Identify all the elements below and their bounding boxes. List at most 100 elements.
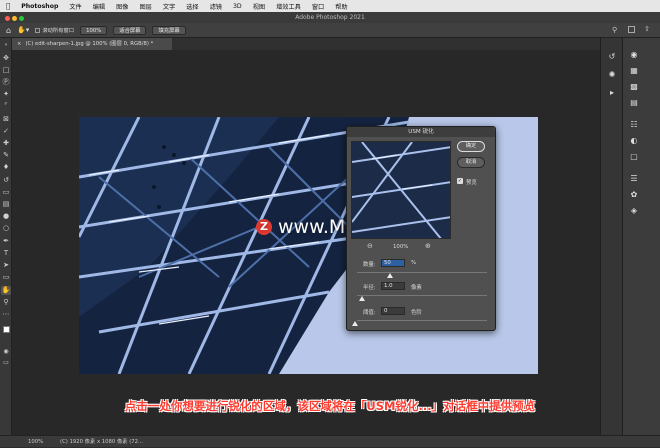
close-window-icon[interactable] bbox=[5, 16, 10, 21]
amount-slider-track[interactable] bbox=[357, 272, 487, 273]
apple-icon[interactable]:  bbox=[6, 2, 10, 10]
marquee-tool-icon[interactable]: □ bbox=[1, 66, 11, 75]
swatches-panel-icon[interactable]: ▦ bbox=[627, 66, 641, 75]
gradient-tool-icon[interactable]: ▤ bbox=[1, 200, 11, 209]
pen-tool-icon[interactable]: ✒ bbox=[1, 237, 11, 246]
menu-app-name[interactable]: Photoshop bbox=[21, 3, 58, 10]
home-icon[interactable]: ⌂ bbox=[6, 26, 11, 35]
hand-tool-icon[interactable]: ✋▾ bbox=[17, 26, 29, 34]
menu-type[interactable]: 文字 bbox=[163, 2, 175, 11]
menu-edit[interactable]: 编辑 bbox=[93, 2, 105, 11]
minimize-window-icon[interactable] bbox=[12, 16, 17, 21]
history-brush-tool-icon[interactable]: ↺ bbox=[1, 176, 11, 185]
radius-slider-track[interactable] bbox=[357, 295, 487, 296]
radius-slider-knob[interactable] bbox=[359, 296, 365, 301]
zoom-out-icon[interactable]: ⊖ bbox=[367, 242, 373, 250]
more-tools-icon[interactable]: ⋯ bbox=[1, 310, 11, 319]
search-icon[interactable]: ⚲ bbox=[612, 26, 617, 34]
channels-panel-icon[interactable]: ✿ bbox=[627, 190, 641, 199]
fit-screen-button[interactable]: 适合屏幕 bbox=[113, 25, 147, 35]
checkbox-icon bbox=[35, 28, 41, 33]
radius-input[interactable]: 1.0 bbox=[381, 282, 405, 290]
menu-help[interactable]: 帮助 bbox=[335, 2, 347, 11]
crop-tool-icon[interactable]: ⌜ bbox=[1, 102, 11, 111]
window-title: Adobe Photoshop 2021 bbox=[295, 14, 365, 21]
menu-view[interactable]: 视图 bbox=[253, 2, 265, 11]
scroll-all-windows-checkbox[interactable]: 滚动所有窗口 bbox=[35, 26, 74, 34]
zoom-tool-icon[interactable]: ⚲ bbox=[1, 298, 11, 307]
tutorial-caption: 点击一处你想要进行锐化的区域，该区域将在「USM锐化...」对话框中提供预览 bbox=[124, 399, 536, 413]
window-title-bar: Adobe Photoshop 2021 bbox=[0, 12, 660, 23]
amount-unit: % bbox=[411, 260, 417, 266]
zoom-in-icon[interactable]: ⊕ bbox=[425, 242, 431, 250]
history-panel-icon[interactable]: ↺ bbox=[605, 52, 619, 61]
character-panel-icon[interactable]: ▸ bbox=[605, 88, 619, 97]
clone-stamp-tool-icon[interactable]: ♦ bbox=[1, 163, 11, 172]
amount-slider-knob[interactable] bbox=[387, 273, 393, 278]
quick-mask-icon[interactable]: ◉ bbox=[1, 347, 11, 356]
screen-mode-icon[interactable]: ▭ bbox=[1, 358, 11, 367]
gradients-panel-icon[interactable]: ▩ bbox=[627, 82, 641, 91]
document-tab-bar: × (C) edit-sharpen-1.jpg @ 100% (图层 0, RG… bbox=[12, 38, 600, 50]
radius-label: 半径: bbox=[363, 285, 376, 291]
preview-zoom-level: 100% bbox=[393, 244, 409, 250]
magic-wand-tool-icon[interactable]: ✦ bbox=[1, 90, 11, 99]
hand-tool-icon[interactable]: ✋ bbox=[1, 286, 11, 295]
path-selection-tool-icon[interactable]: ➤ bbox=[1, 261, 11, 270]
fill-screen-button[interactable]: 填充屏幕 bbox=[152, 25, 186, 35]
layers-panel-icon[interactable]: ☰ bbox=[627, 174, 641, 183]
threshold-slider-knob[interactable] bbox=[352, 321, 358, 326]
cancel-button[interactable]: 取消 bbox=[457, 157, 485, 168]
paths-panel-icon[interactable]: ◈ bbox=[627, 206, 641, 215]
collapse-toolbar-icon[interactable]: » bbox=[1, 41, 11, 50]
move-tool-icon[interactable]: ✥ bbox=[1, 54, 11, 63]
eyedropper-tool-icon[interactable]: ✓ bbox=[1, 127, 11, 136]
type-tool-icon[interactable]: T bbox=[1, 249, 11, 258]
frame-tool-icon[interactable]: ⊠ bbox=[1, 115, 11, 124]
amount-input[interactable]: 50 bbox=[381, 259, 405, 267]
menu-select[interactable]: 选择 bbox=[186, 2, 198, 11]
eraser-tool-icon[interactable]: ▭ bbox=[1, 188, 11, 197]
dodge-tool-icon[interactable]: ○ bbox=[1, 224, 11, 233]
dialog-preview-window[interactable] bbox=[351, 141, 451, 239]
brush-settings-icon[interactable]: ✺ bbox=[605, 70, 619, 79]
color-panel-icon[interactable]: ◉ bbox=[627, 50, 641, 59]
adjustments-panel-icon[interactable]: ◐ bbox=[627, 136, 641, 145]
zoom-100-button[interactable]: 100% bbox=[80, 25, 108, 35]
status-document-info[interactable]: (C) 1920 像素 x 1080 像素 (72... bbox=[60, 436, 143, 448]
menu-image[interactable]: 图像 bbox=[116, 2, 128, 11]
collapsed-panel-dock: ↺ ✺ ▸ bbox=[600, 38, 622, 435]
close-tab-icon[interactable]: × bbox=[17, 41, 21, 47]
menu-file[interactable]: 文件 bbox=[69, 2, 81, 11]
blur-tool-icon[interactable]: ● bbox=[1, 212, 11, 221]
ok-button[interactable]: 确定 bbox=[457, 141, 485, 152]
preview-checkbox[interactable]: ✓ bbox=[457, 178, 463, 184]
menu-3d[interactable]: 3D bbox=[233, 3, 242, 10]
lasso-tool-icon[interactable]: Ⓟ bbox=[1, 78, 11, 87]
libraries-panel-icon[interactable]: ▢ bbox=[627, 152, 641, 161]
menu-filter[interactable]: 滤镜 bbox=[210, 2, 222, 11]
status-bar: 100% (C) 1920 像素 x 1080 像素 (72... bbox=[0, 435, 660, 447]
status-zoom[interactable]: 100% bbox=[28, 436, 43, 448]
threshold-unit: 色阶 bbox=[411, 310, 422, 316]
document-tab[interactable]: × (C) edit-sharpen-1.jpg @ 100% (图层 0, RG… bbox=[12, 38, 172, 50]
foreground-color-swatch[interactable] bbox=[3, 326, 10, 333]
menu-window[interactable]: 窗口 bbox=[312, 2, 324, 11]
menu-layer[interactable]: 图层 bbox=[140, 2, 152, 11]
share-icon[interactable]: ⇧ bbox=[644, 25, 650, 33]
options-bar: ⌂ ✋▾ 滚动所有窗口 100% 适合屏幕 填充屏幕 bbox=[0, 23, 660, 38]
rectangle-tool-icon[interactable]: ▭ bbox=[1, 273, 11, 282]
brush-tool-icon[interactable]: ✎ bbox=[1, 151, 11, 160]
workspace-icon[interactable] bbox=[628, 26, 635, 33]
menu-plugins[interactable]: 增效工具 bbox=[276, 2, 301, 11]
threshold-input[interactable]: 0 bbox=[381, 307, 405, 315]
zoom-window-icon[interactable] bbox=[19, 16, 24, 21]
dialog-title: USM 锐化 bbox=[347, 127, 495, 137]
threshold-slider-track[interactable] bbox=[357, 320, 487, 321]
properties-panel-icon[interactable]: ☷ bbox=[627, 120, 641, 129]
patterns-panel-icon[interactable]: ▤ bbox=[627, 98, 641, 107]
document-tab-title: (C) edit-sharpen-1.jpg @ 100% (图层 0, RGB… bbox=[25, 41, 154, 47]
unsharp-mask-dialog: USM 锐化 确定 取消 ✓ 预览 ⊖ 100% ⊕ 数量: 50 % 半径: … bbox=[346, 126, 496, 331]
preview-label: 预览 bbox=[466, 180, 477, 186]
healing-brush-tool-icon[interactable]: ✚ bbox=[1, 139, 11, 148]
